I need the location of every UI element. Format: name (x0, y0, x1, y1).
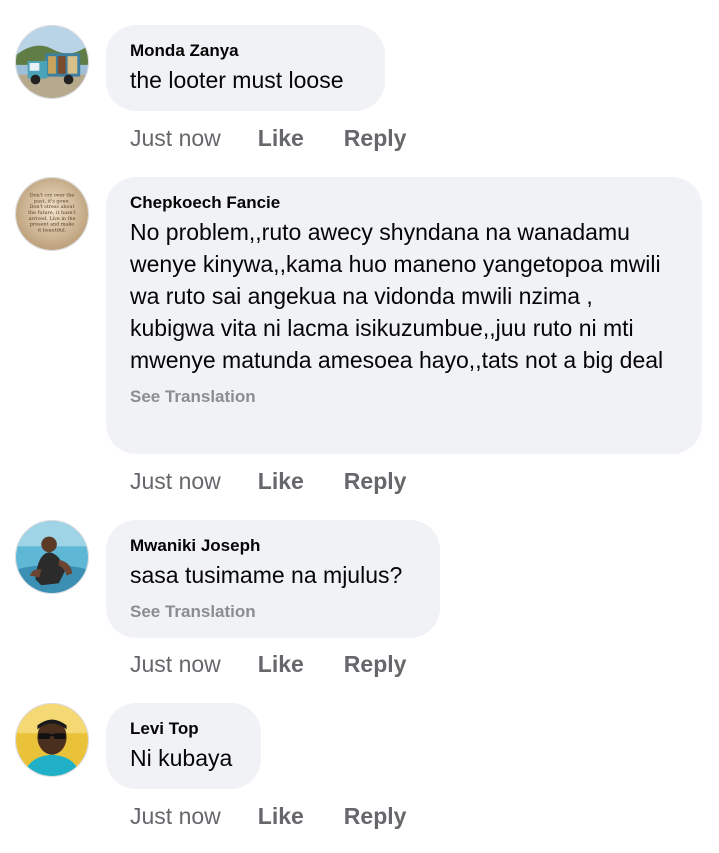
reply-button[interactable]: Reply (344, 801, 407, 831)
comment-timestamp[interactable]: Just now (130, 123, 221, 153)
comment-bubble: Levi Top Ni kubaya (106, 703, 261, 789)
comment-actions: Just now Like Reply (130, 649, 406, 679)
comment-author[interactable]: Monda Zanya (130, 40, 361, 62)
comment-actions: Just now Like Reply (130, 801, 406, 831)
truck-photo-avatar-icon (16, 26, 88, 98)
comment-text: No problem,,ruto awecy shyndana na wanad… (130, 219, 664, 373)
comment-text: sasa tusimame na mjulus? (130, 562, 403, 588)
like-button[interactable]: Like (258, 466, 304, 496)
like-button[interactable]: Like (258, 123, 304, 153)
comment-bubble: Monda Zanya the looter must loose (106, 25, 385, 111)
comment-author[interactable]: Mwaniki Joseph (130, 535, 416, 557)
reply-button[interactable]: Reply (344, 466, 407, 496)
avatar-quote-line: it beautiful. (38, 228, 67, 234)
comment-timestamp[interactable]: Just now (130, 649, 221, 679)
reply-button[interactable]: Reply (344, 649, 407, 679)
comment-author[interactable]: Levi Top (130, 718, 237, 740)
like-button[interactable]: Like (258, 801, 304, 831)
comment-actions: Just now Like Reply (130, 123, 406, 153)
comment-text: Ni kubaya (130, 745, 233, 771)
comment-author[interactable]: Chepkoech Fancie (130, 192, 678, 214)
person-pool-avatar-icon (16, 521, 88, 593)
comment-bubble: Mwaniki Joseph sasa tusimame na mjulus? … (106, 520, 440, 638)
comment-actions: Just now Like Reply (130, 466, 406, 496)
quote-text-avatar-icon: Don't cry over the past, it's gone. Don'… (16, 178, 88, 250)
comment-bubble: Chepkoech Fancie No problem,,ruto awecy … (106, 177, 702, 454)
comment-text: the looter must loose (130, 67, 344, 93)
see-translation-link[interactable]: See Translation (130, 601, 416, 623)
like-button[interactable]: Like (258, 649, 304, 679)
comment-timestamp[interactable]: Just now (130, 801, 221, 831)
avatar[interactable]: Don't cry over the past, it's gone. Don'… (15, 177, 89, 251)
reply-button[interactable]: Reply (344, 123, 407, 153)
avatar[interactable] (15, 703, 89, 777)
see-translation-link[interactable]: See Translation (130, 386, 678, 408)
comment-timestamp[interactable]: Just now (130, 466, 221, 496)
avatar[interactable] (15, 25, 89, 99)
avatar[interactable] (15, 520, 89, 594)
person-sunglasses-avatar-icon (16, 704, 88, 776)
